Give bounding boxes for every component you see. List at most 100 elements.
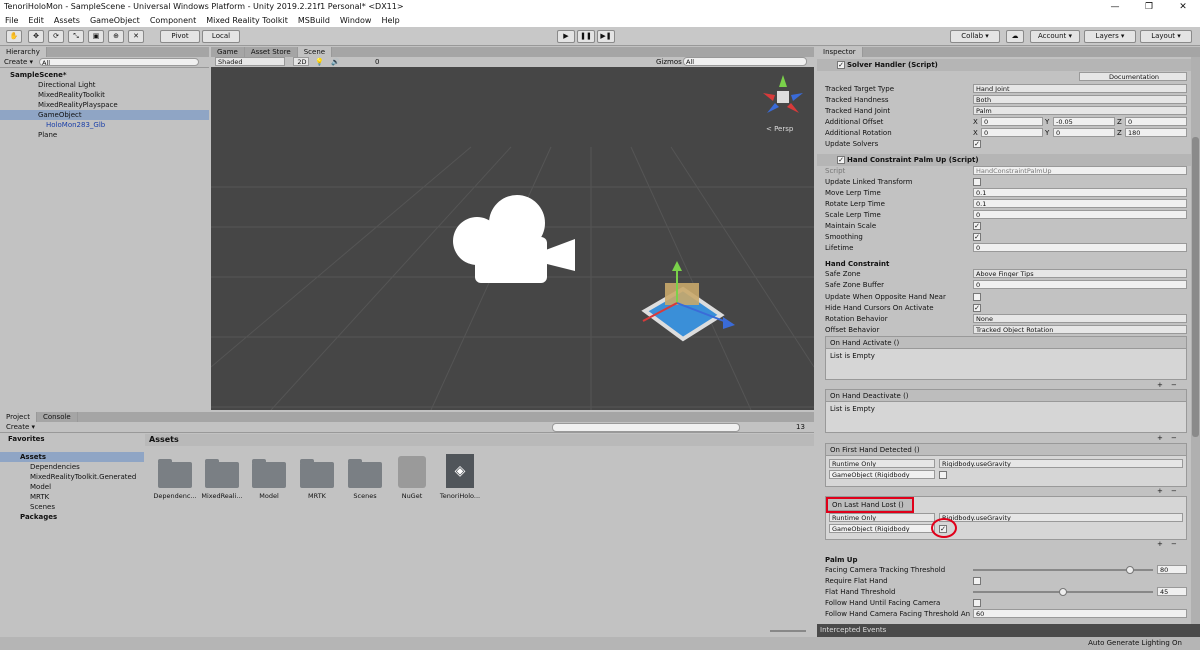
runtime-dropdown[interactable]: Runtime Only <box>829 513 935 522</box>
nuget-package-icon[interactable] <box>398 456 426 488</box>
layers-dropdown[interactable]: Layers ▾ <box>1084 30 1136 43</box>
tracked-hand-joint-dropdown[interactable]: Palm <box>973 106 1187 115</box>
offset-behavior-dropdown[interactable]: Tracked Object Rotation <box>973 325 1187 334</box>
hand-tool-icon[interactable]: ✋ <box>6 30 22 43</box>
step-button[interactable]: ▶❚ <box>597 30 615 43</box>
palm-up-header[interactable]: Hand Constraint Palm Up (Script) <box>817 154 1191 166</box>
solver-handler-header[interactable]: Solver Handler (Script) <box>817 59 1191 71</box>
offset-x-input[interactable]: 0 <box>981 117 1043 126</box>
hierarchy-item-mrtk[interactable]: MixedRealityToolkit <box>0 90 209 100</box>
target-object-field[interactable]: GameObject (Rigidbody <box>829 524 935 533</box>
rotate-tool-icon[interactable]: ⟳ <box>48 30 64 43</box>
project-folder-model[interactable]: Model <box>0 482 144 492</box>
update-solvers-checkbox[interactable]: ✓ <box>973 140 981 148</box>
remove-listener-button[interactable]: − <box>1171 433 1177 443</box>
safe-zone-dropdown[interactable]: Above Finger Tips <box>973 269 1187 278</box>
hierarchy-item-plane[interactable]: Plane <box>0 130 209 140</box>
pause-button[interactable]: ❚❚ <box>577 30 595 43</box>
scene-search-input[interactable]: All <box>683 57 807 66</box>
rotation-y-input[interactable]: 0 <box>1053 128 1115 137</box>
asset-folder-mrtk[interactable] <box>297 458 337 490</box>
menu-component[interactable]: Component <box>145 14 201 27</box>
target-object-field[interactable]: GameObject (Rigidbody <box>829 470 935 479</box>
assets-breadcrumb[interactable]: Assets <box>145 434 814 446</box>
facing-threshold-input[interactable]: 80 <box>1157 565 1187 574</box>
hierarchy-item-holomon[interactable]: HoloMon283_Glb <box>0 120 209 130</box>
flat-hand-threshold-input[interactable]: 45 <box>1157 587 1187 596</box>
tab-project[interactable]: Project <box>0 412 37 422</box>
audio-toggle-icon[interactable]: 🔊 <box>331 57 340 67</box>
hierarchy-scene-root[interactable]: SampleScene* <box>0 70 209 80</box>
add-listener-button[interactable]: + <box>1157 433 1163 443</box>
minimize-button[interactable]: — <box>1098 0 1132 14</box>
menu-help[interactable]: Help <box>376 14 404 27</box>
asset-folder-model[interactable] <box>249 458 289 490</box>
menu-gameobject[interactable]: GameObject <box>85 14 145 27</box>
update-linked-transform-checkbox[interactable] <box>973 178 981 186</box>
local-button[interactable]: Local <box>202 30 240 43</box>
remove-listener-button[interactable]: − <box>1171 486 1177 496</box>
palm-enable-checkbox[interactable]: ✓ <box>837 156 845 164</box>
asset-folder-mixedreality[interactable] <box>202 458 242 490</box>
remove-listener-button[interactable]: − <box>1171 539 1177 549</box>
light-toggle-icon[interactable]: 💡 <box>315 57 324 67</box>
rotation-behavior-dropdown[interactable]: None <box>973 314 1187 323</box>
project-assets-root[interactable]: Assets <box>0 452 144 462</box>
mode-2d-toggle[interactable]: 2D <box>293 57 309 66</box>
documentation-button[interactable]: Documentation <box>1079 72 1187 81</box>
project-create-button[interactable]: Create ▾ <box>6 422 35 433</box>
tracked-handness-dropdown[interactable]: Both <box>973 95 1187 104</box>
hierarchy-item-directional-light[interactable]: Directional Light <box>0 80 209 90</box>
icon-size-slider[interactable] <box>770 630 806 632</box>
menu-edit[interactable]: Edit <box>23 14 49 27</box>
layout-dropdown[interactable]: Layout ▾ <box>1140 30 1192 43</box>
function-dropdown[interactable]: Rigidbody.useGravity <box>939 513 1183 522</box>
perspective-label[interactable]: < Persp <box>766 125 793 133</box>
tracked-target-type-dropdown[interactable]: Hand Joint <box>973 84 1187 93</box>
asset-folder-scenes[interactable] <box>345 458 385 490</box>
use-gravity-checkbox[interactable] <box>939 471 947 479</box>
function-dropdown[interactable]: Rigidbody.useGravity <box>939 459 1183 468</box>
smoothing-checkbox[interactable]: ✓ <box>973 233 981 241</box>
maximize-button[interactable]: ❐ <box>1132 0 1166 14</box>
scene-view[interactable]: < Persp <box>211 67 814 410</box>
menu-mrtk[interactable]: Mixed Reality Toolkit <box>201 14 293 27</box>
project-favorites[interactable]: Favorites <box>0 434 144 444</box>
menu-window[interactable]: Window <box>335 14 377 27</box>
collab-dropdown[interactable]: Collab ▾ <box>950 30 1000 43</box>
project-folder-mrtk-generated[interactable]: MixedRealityToolkit.Generated <box>0 472 144 482</box>
tab-hierarchy[interactable]: Hierarchy <box>0 47 47 57</box>
camera-facing-threshold-input[interactable]: 60 <box>973 609 1187 618</box>
project-folder-mrtk[interactable]: MRTK <box>0 492 144 502</box>
rect-tool-icon[interactable]: ▣ <box>88 30 104 43</box>
hide-cursors-checkbox[interactable]: ✓ <box>973 304 981 312</box>
hierarchy-create-button[interactable]: Create ▾ <box>4 58 33 66</box>
tab-asset-store[interactable]: Asset Store <box>245 47 298 57</box>
add-listener-button[interactable]: + <box>1157 539 1163 549</box>
intercepted-events-bar[interactable]: Intercepted Events <box>817 624 1200 637</box>
move-lerp-input[interactable]: 0.1 <box>973 188 1187 197</box>
account-dropdown[interactable]: Account ▾ <box>1030 30 1080 43</box>
asset-folder-dependencies[interactable] <box>155 458 195 490</box>
offset-z-input[interactable]: 0 <box>1125 117 1187 126</box>
slider-thumb[interactable] <box>1126 566 1135 574</box>
slider-thumb[interactable] <box>1059 588 1067 596</box>
rotation-x-input[interactable]: 0 <box>981 128 1043 137</box>
opposite-hand-checkbox[interactable] <box>973 293 981 301</box>
scale-tool-icon[interactable]: ⤡ <box>68 30 84 43</box>
maintain-scale-checkbox[interactable]: ✓ <box>973 222 981 230</box>
orientation-gizmo-icon[interactable] <box>759 73 807 121</box>
require-flat-hand-checkbox[interactable] <box>973 577 981 585</box>
play-button[interactable]: ▶ <box>557 30 575 43</box>
project-folder-scenes[interactable]: Scenes <box>0 502 144 512</box>
tab-game[interactable]: Game <box>211 47 245 57</box>
pivot-button[interactable]: Pivot <box>160 30 200 43</box>
tab-scene[interactable]: Scene <box>297 47 333 57</box>
move-tool-icon[interactable]: ✥ <box>28 30 44 43</box>
safe-zone-buffer-input[interactable]: 0 <box>973 280 1187 289</box>
runtime-dropdown[interactable]: Runtime Only <box>829 459 935 468</box>
offset-y-input[interactable]: -0.05 <box>1053 117 1115 126</box>
solver-enable-checkbox[interactable]: ✓ <box>837 61 845 69</box>
cloud-icon[interactable]: ☁ <box>1006 30 1024 43</box>
hierarchy-search-input[interactable]: All <box>39 58 199 66</box>
